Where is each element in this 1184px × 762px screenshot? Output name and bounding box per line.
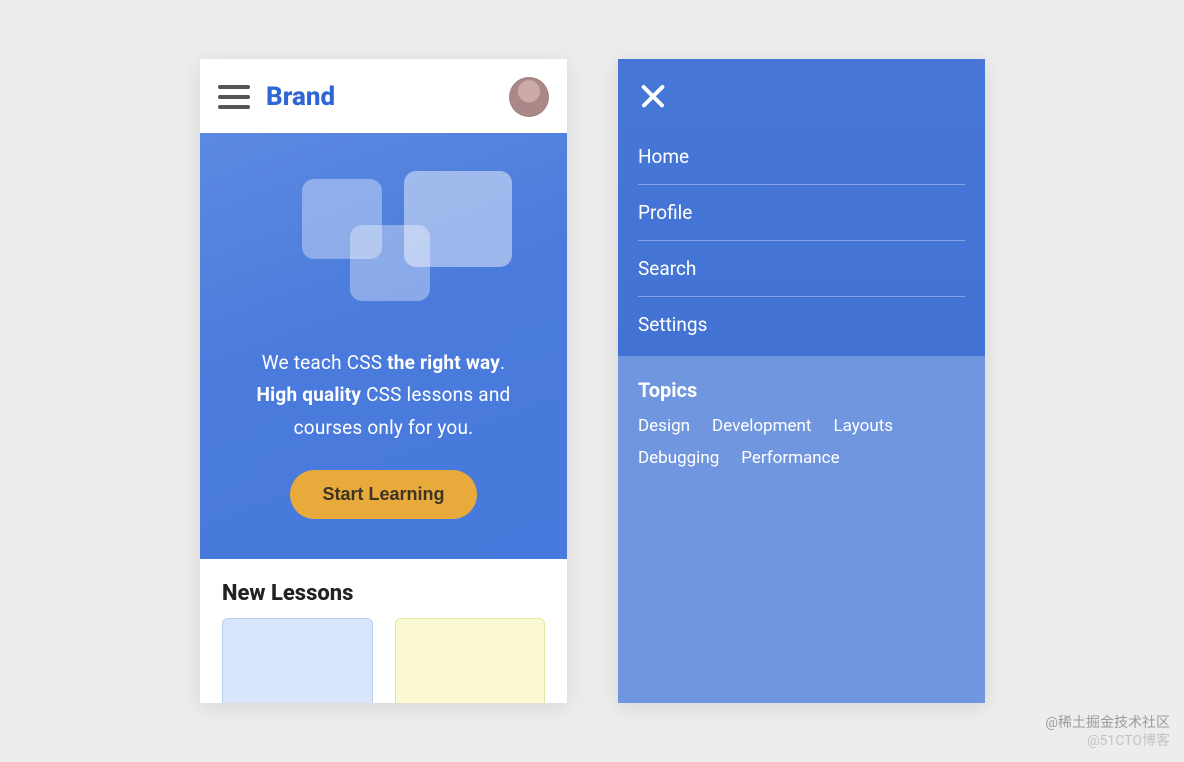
topic-tag-performance[interactable]: Performance (741, 448, 839, 468)
hero-illustration (274, 169, 494, 319)
topic-tag-debugging[interactable]: Debugging (638, 448, 719, 468)
lesson-card[interactable] (395, 618, 546, 703)
topic-tag-development[interactable]: Development (712, 416, 811, 436)
lesson-card[interactable] (222, 618, 373, 703)
app-header: Brand (200, 59, 567, 133)
nav-item-profile[interactable]: Profile (638, 185, 965, 241)
square-icon (350, 225, 430, 301)
nav-item-settings[interactable]: Settings (638, 297, 965, 356)
hero-text-bold: High quality (257, 383, 362, 406)
close-icon[interactable] (638, 81, 668, 111)
hero-tagline-1: We teach CSS the right way. (224, 347, 543, 379)
start-learning-button[interactable]: Start Learning (290, 470, 476, 519)
topic-tag-design[interactable]: Design (638, 416, 690, 436)
watermark: @51CTO博客 (1087, 730, 1170, 750)
nav-drawer-top: Home Profile Search Settings (618, 59, 985, 356)
topics-heading: Topics (638, 378, 965, 402)
avatar[interactable] (509, 77, 549, 117)
watermark: @稀土掘金技术社区 (1045, 712, 1170, 732)
hero-section: We teach CSS the right way. High quality… (200, 133, 567, 559)
nav-item-home[interactable]: Home (638, 129, 965, 185)
nav-list: Home Profile Search Settings (638, 129, 965, 356)
brand-logo[interactable]: Brand (266, 82, 335, 112)
mobile-frame-menu: Home Profile Search Settings Topics Desi… (618, 59, 985, 703)
topic-tag-layouts[interactable]: Layouts (833, 416, 893, 436)
hamburger-menu-icon[interactable] (218, 85, 250, 109)
hero-text: . (500, 351, 505, 374)
nav-item-search[interactable]: Search (638, 241, 965, 297)
lessons-row (200, 618, 567, 703)
hero-text: We teach CSS (262, 351, 387, 374)
topic-tags: Design Development Layouts Debugging Per… (638, 416, 965, 468)
topics-section: Topics Design Development Layouts Debugg… (618, 356, 985, 490)
new-lessons-heading: New Lessons (200, 559, 567, 618)
mobile-frame-main: Brand We teach CSS the right way. High q… (200, 59, 567, 703)
hero-tagline-2: High quality CSS lessons and courses onl… (224, 379, 543, 444)
hero-text-bold: the right way (387, 351, 500, 374)
